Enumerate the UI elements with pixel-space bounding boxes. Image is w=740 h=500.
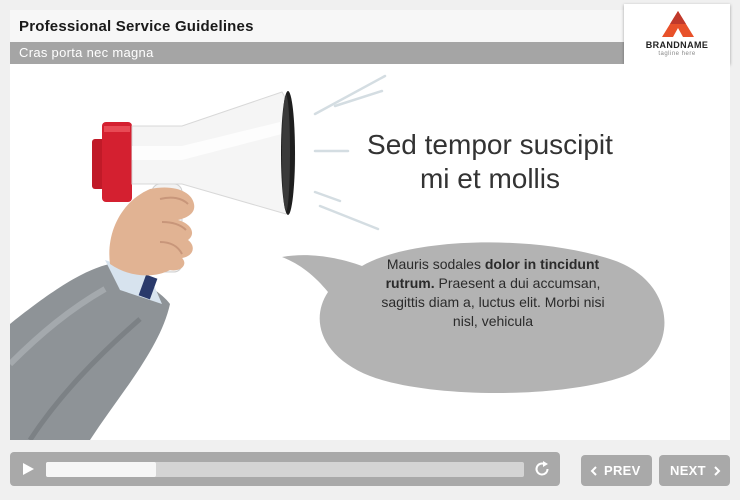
prev-label: PREV (604, 463, 641, 478)
bubble-text-part-1: Mauris sodales (386, 256, 485, 272)
brand-logo: BRANDNAME tagline here (624, 4, 730, 64)
bubble-text: Mauris sodales dolor in tincidunt rutrum… (368, 255, 618, 331)
course-title: Professional Service Guidelines (19, 18, 254, 35)
slide-subtitle: Cras porta nec magna (19, 45, 154, 60)
chevron-right-icon (714, 466, 721, 476)
replay-icon[interactable] (532, 459, 552, 479)
brand-mark-icon (662, 11, 694, 37)
course-player: Professional Service Guidelines Cras por… (0, 0, 740, 500)
megaphone-illustration (10, 74, 665, 440)
slide-headline: Sed tempor suscipit mi et mollis (345, 128, 635, 196)
play-icon[interactable] (18, 459, 38, 479)
headline-line-1: Sed tempor suscipit (367, 129, 613, 160)
slide-stage: Sed tempor suscipit mi et mollis Mauris … (10, 64, 730, 440)
progress-fill (46, 462, 156, 477)
next-button[interactable]: NEXT (659, 455, 730, 486)
brand-name: BRANDNAME (645, 40, 709, 50)
prev-button[interactable]: PREV (581, 455, 652, 486)
title-bar: Professional Service Guidelines (10, 10, 730, 42)
subtitle-bar: Cras porta nec magna (10, 42, 730, 64)
chevron-left-icon (590, 466, 597, 476)
progress-track[interactable] (46, 462, 524, 477)
playback-controls (10, 452, 560, 486)
next-label: NEXT (670, 463, 706, 478)
headline-line-2: mi et mollis (419, 163, 560, 194)
brand-tagline: tagline here (658, 51, 696, 57)
